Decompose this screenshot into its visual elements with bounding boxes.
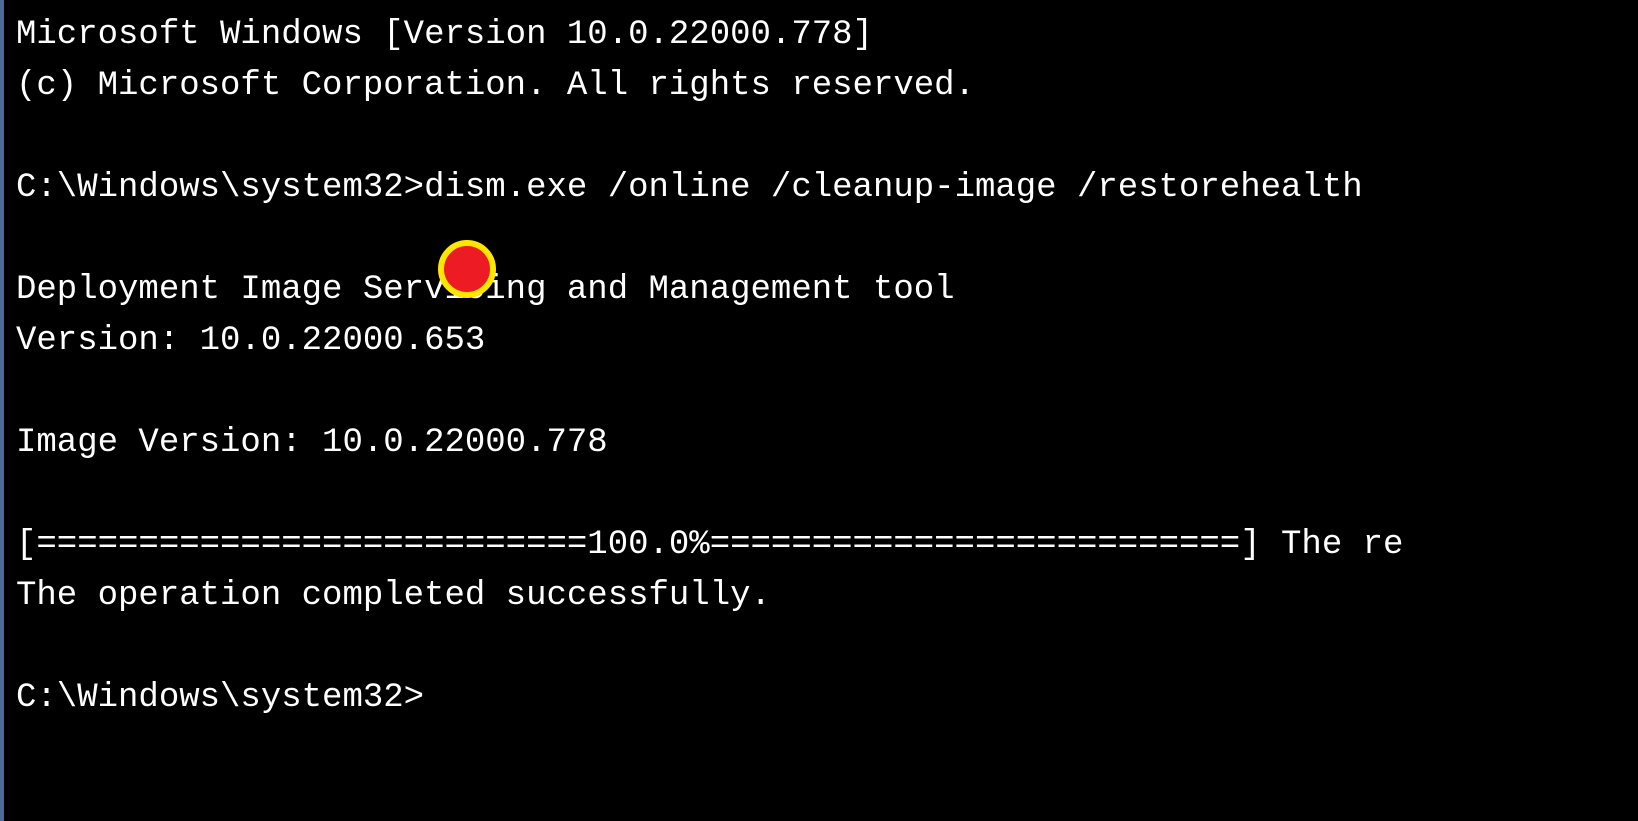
dism-title-line: Deployment Image Servicing and Managemen… (16, 265, 1638, 316)
cursor-highlight-icon (438, 240, 496, 298)
blank-line (16, 622, 1638, 673)
image-version-line: Image Version: 10.0.22000.778 (16, 418, 1638, 469)
prompt-line[interactable]: C:\Windows\system32> (16, 673, 1638, 724)
command-text: dism.exe /online /cleanup-image /restore… (424, 169, 1363, 207)
terminal-output[interactable]: Microsoft Windows [Version 10.0.22000.77… (16, 10, 1638, 724)
progress-bar-line: [===========================100.0%======… (16, 520, 1638, 571)
dism-version-line: Version: 10.0.22000.653 (16, 316, 1638, 367)
windows-version-line: Microsoft Windows [Version 10.0.22000.77… (16, 10, 1638, 61)
blank-line (16, 367, 1638, 418)
copyright-line: (c) Microsoft Corporation. All rights re… (16, 61, 1638, 112)
completion-status-line: The operation completed successfully. (16, 571, 1638, 622)
prompt-text: C:\Windows\system32> (16, 169, 424, 207)
blank-line (16, 112, 1638, 163)
command-line: C:\Windows\system32>dism.exe /online /cl… (16, 163, 1638, 214)
blank-line (16, 469, 1638, 520)
blank-line (16, 214, 1638, 265)
